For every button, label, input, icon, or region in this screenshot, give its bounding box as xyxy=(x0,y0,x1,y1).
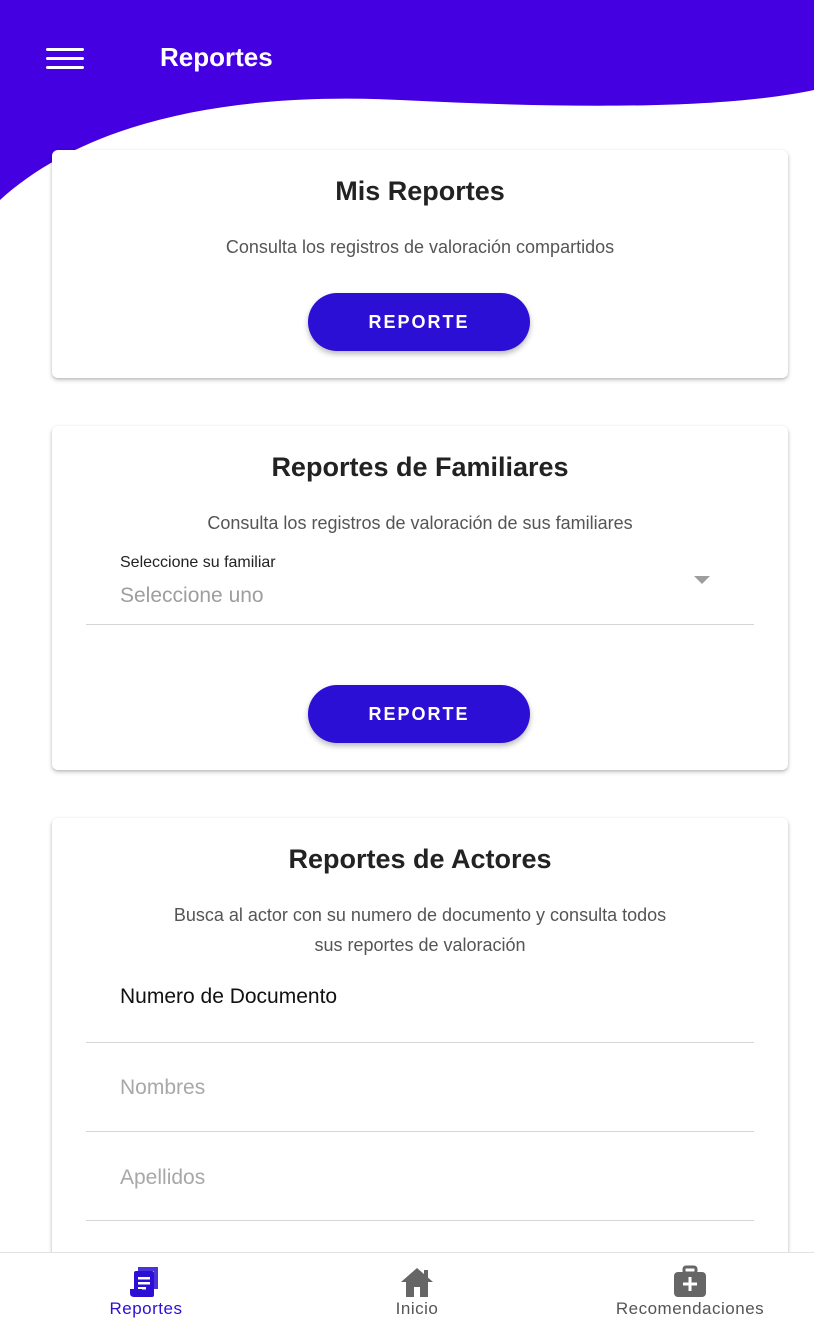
actores-card: Reportes de Actores Busca al actor con s… xyxy=(52,818,788,1278)
nav-item-recomendaciones[interactable]: Recomendaciones xyxy=(580,1253,800,1325)
nav-label-recomendaciones: Recomendaciones xyxy=(615,1299,765,1318)
familiares-title: Reportes de Familiares xyxy=(271,452,569,482)
medical-kit-icon xyxy=(674,1265,706,1297)
mis-reportes-button[interactable]: REPORTE xyxy=(308,293,530,351)
actores-subtitle-line1: Busca al actor con su numero de document… xyxy=(173,905,667,925)
actores-subtitle-line2: sus reportes de valoración xyxy=(314,935,526,955)
nav-label-reportes: Reportes xyxy=(109,1299,183,1318)
bottom-navigation: Reportes Inicio Recomendaciones xyxy=(0,1252,814,1325)
familiar-select-label: Seleccione su familiar xyxy=(120,554,276,571)
familiares-button[interactable]: REPORTE xyxy=(308,685,530,743)
actores-subtitle: Busca al actor con su numero de document… xyxy=(82,900,758,960)
surnames-input[interactable]: Apellidos xyxy=(120,1166,205,1190)
report-icon xyxy=(130,1267,158,1297)
chevron-down-icon[interactable] xyxy=(694,576,710,584)
scroll-content[interactable]: Mis Reportes Consulta los registros de v… xyxy=(0,0,814,1278)
names-underline xyxy=(86,1131,754,1132)
home-icon xyxy=(401,1268,433,1297)
nav-label-inicio: Inicio xyxy=(395,1299,439,1318)
familiar-select-underline xyxy=(86,624,754,625)
mis-reportes-card: Mis Reportes Consulta los registros de v… xyxy=(52,150,788,378)
surnames-underline xyxy=(86,1220,754,1221)
familiar-select[interactable]: Seleccione uno xyxy=(120,584,264,608)
nav-item-reportes[interactable]: Reportes xyxy=(36,1253,256,1325)
mis-reportes-title: Mis Reportes xyxy=(335,176,505,206)
hamburger-menu-icon[interactable] xyxy=(46,40,90,76)
familiares-card: Reportes de Familiares Consulta los regi… xyxy=(52,426,788,770)
names-input[interactable]: Nombres xyxy=(120,1076,205,1100)
familiares-subtitle: Consulta los registros de valoración de … xyxy=(207,513,633,533)
mis-reportes-subtitle: Consulta los registros de valoración com… xyxy=(225,237,615,257)
app-bar: Reportes xyxy=(0,0,814,110)
document-number-input[interactable]: Numero de Documento xyxy=(120,985,337,1009)
page-title: Reportes xyxy=(160,42,273,72)
document-number-underline xyxy=(86,1042,754,1043)
app-screen: Mis Reportes Consulta los registros de v… xyxy=(0,0,814,1325)
nav-item-inicio[interactable]: Inicio xyxy=(307,1253,527,1325)
actores-title: Reportes de Actores xyxy=(288,844,552,874)
